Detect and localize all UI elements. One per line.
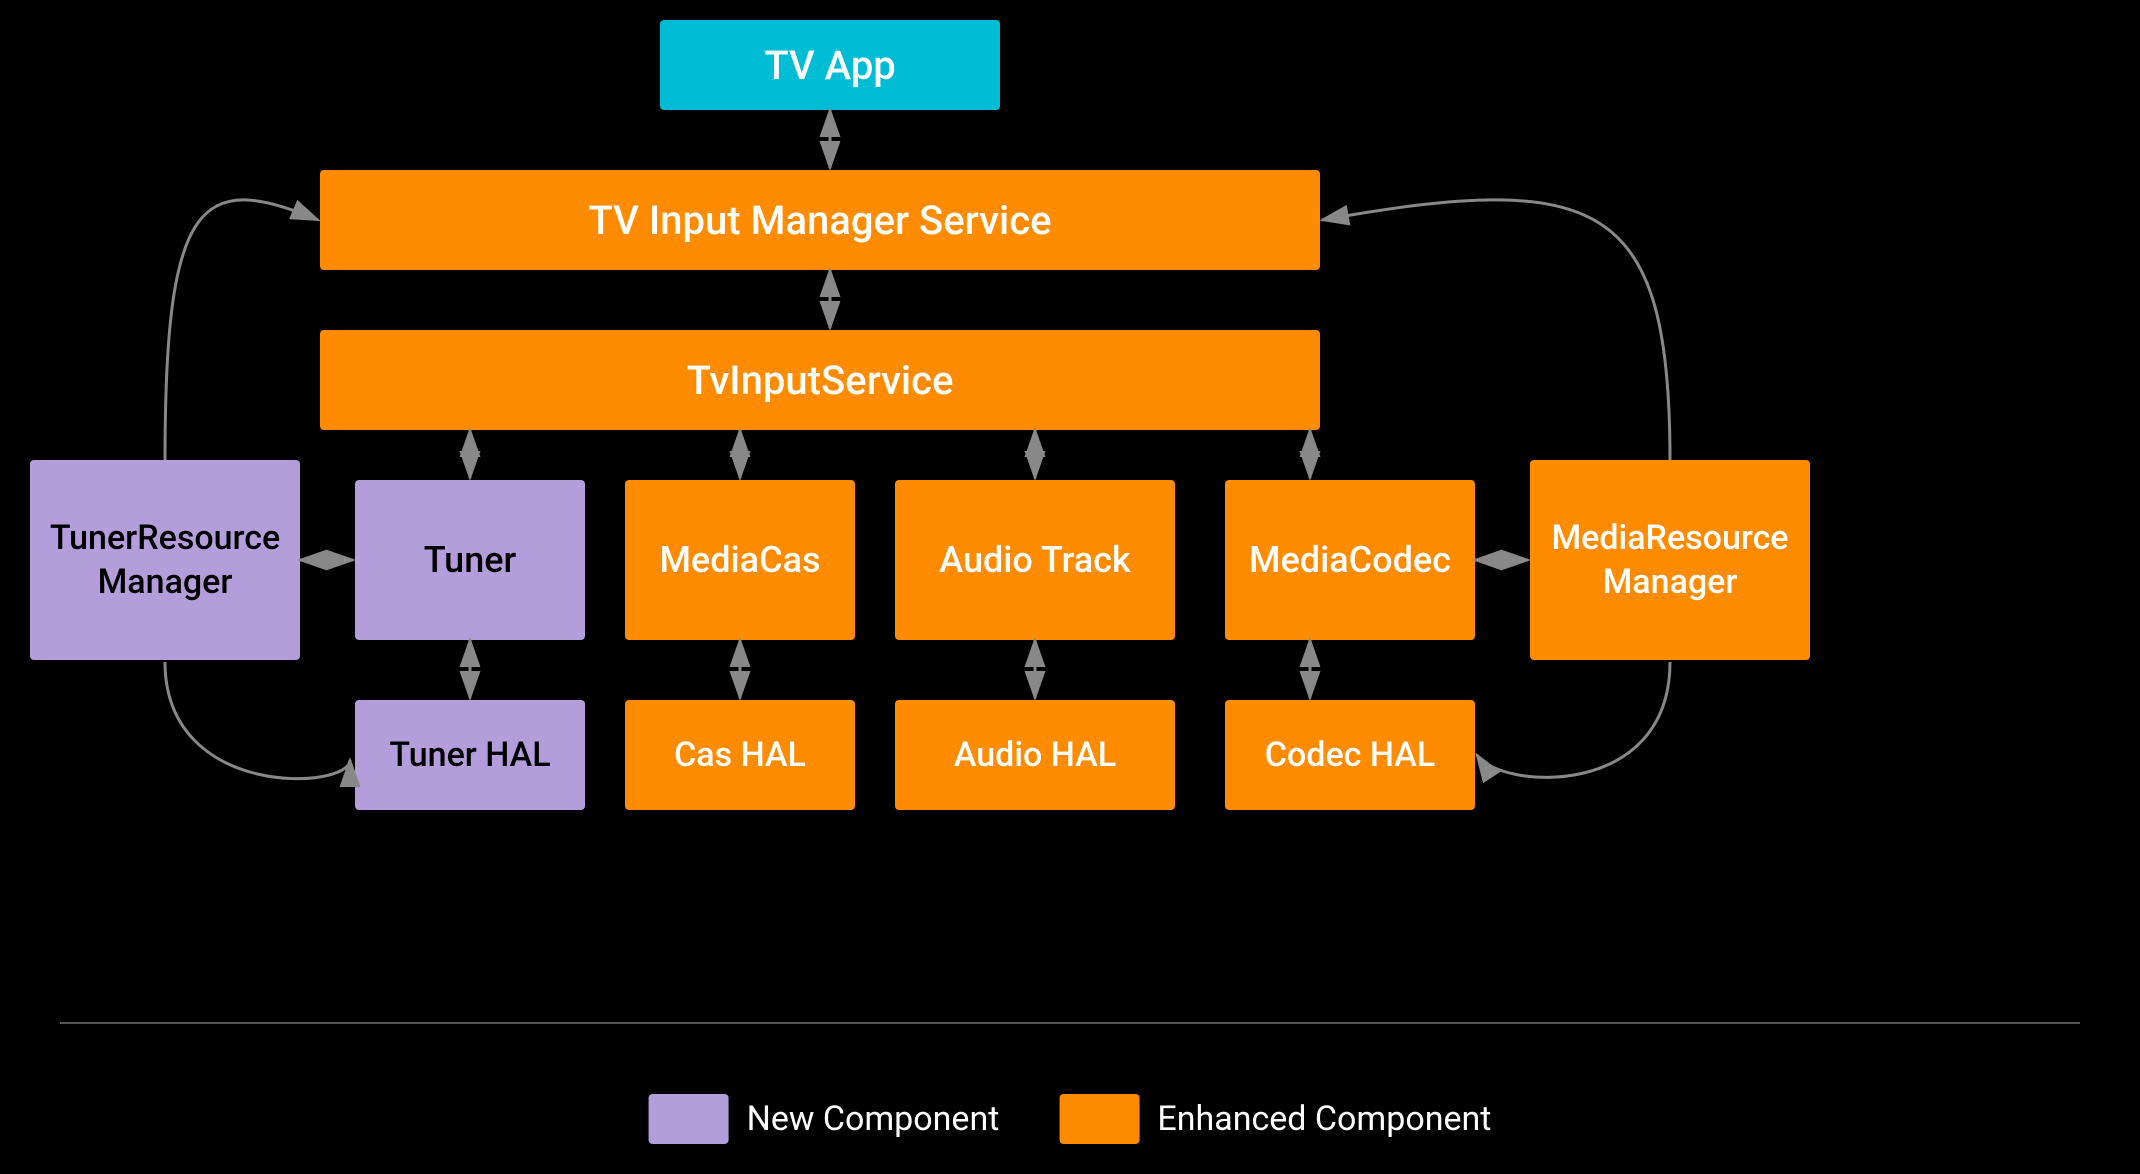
diagram-container: TV App TV Input Manager Service TvInputS…: [0, 0, 2140, 1174]
tv-input-service-box: TvInputService: [320, 330, 1320, 430]
audio-hal-box: Audio HAL: [895, 700, 1175, 810]
legend-new-component: New Component: [649, 1094, 1000, 1144]
legend: New Component Enhanced Component: [649, 1094, 1492, 1144]
legend-new-component-label: New Component: [747, 1099, 1000, 1139]
tv-app-box: TV App: [660, 20, 1000, 110]
tuner-box: Tuner: [355, 480, 585, 640]
legend-purple-box: [649, 1094, 729, 1144]
legend-divider: [60, 1022, 2080, 1024]
media-cas-box: MediaCas: [625, 480, 855, 640]
legend-orange-box: [1059, 1094, 1139, 1144]
legend-enhanced-component-label: Enhanced Component: [1157, 1099, 1491, 1139]
tv-input-manager-box: TV Input Manager Service: [320, 170, 1320, 270]
codec-hal-box: Codec HAL: [1225, 700, 1475, 810]
media-resource-manager-box: MediaResourceManager: [1530, 460, 1810, 660]
tuner-hal-box: Tuner HAL: [355, 700, 585, 810]
media-codec-box: MediaCodec: [1225, 480, 1475, 640]
cas-hal-box: Cas HAL: [625, 700, 855, 810]
legend-enhanced-component: Enhanced Component: [1059, 1094, 1491, 1144]
audio-track-box: Audio Track: [895, 480, 1175, 640]
tuner-resource-manager-box: TunerResourceManager: [30, 460, 300, 660]
